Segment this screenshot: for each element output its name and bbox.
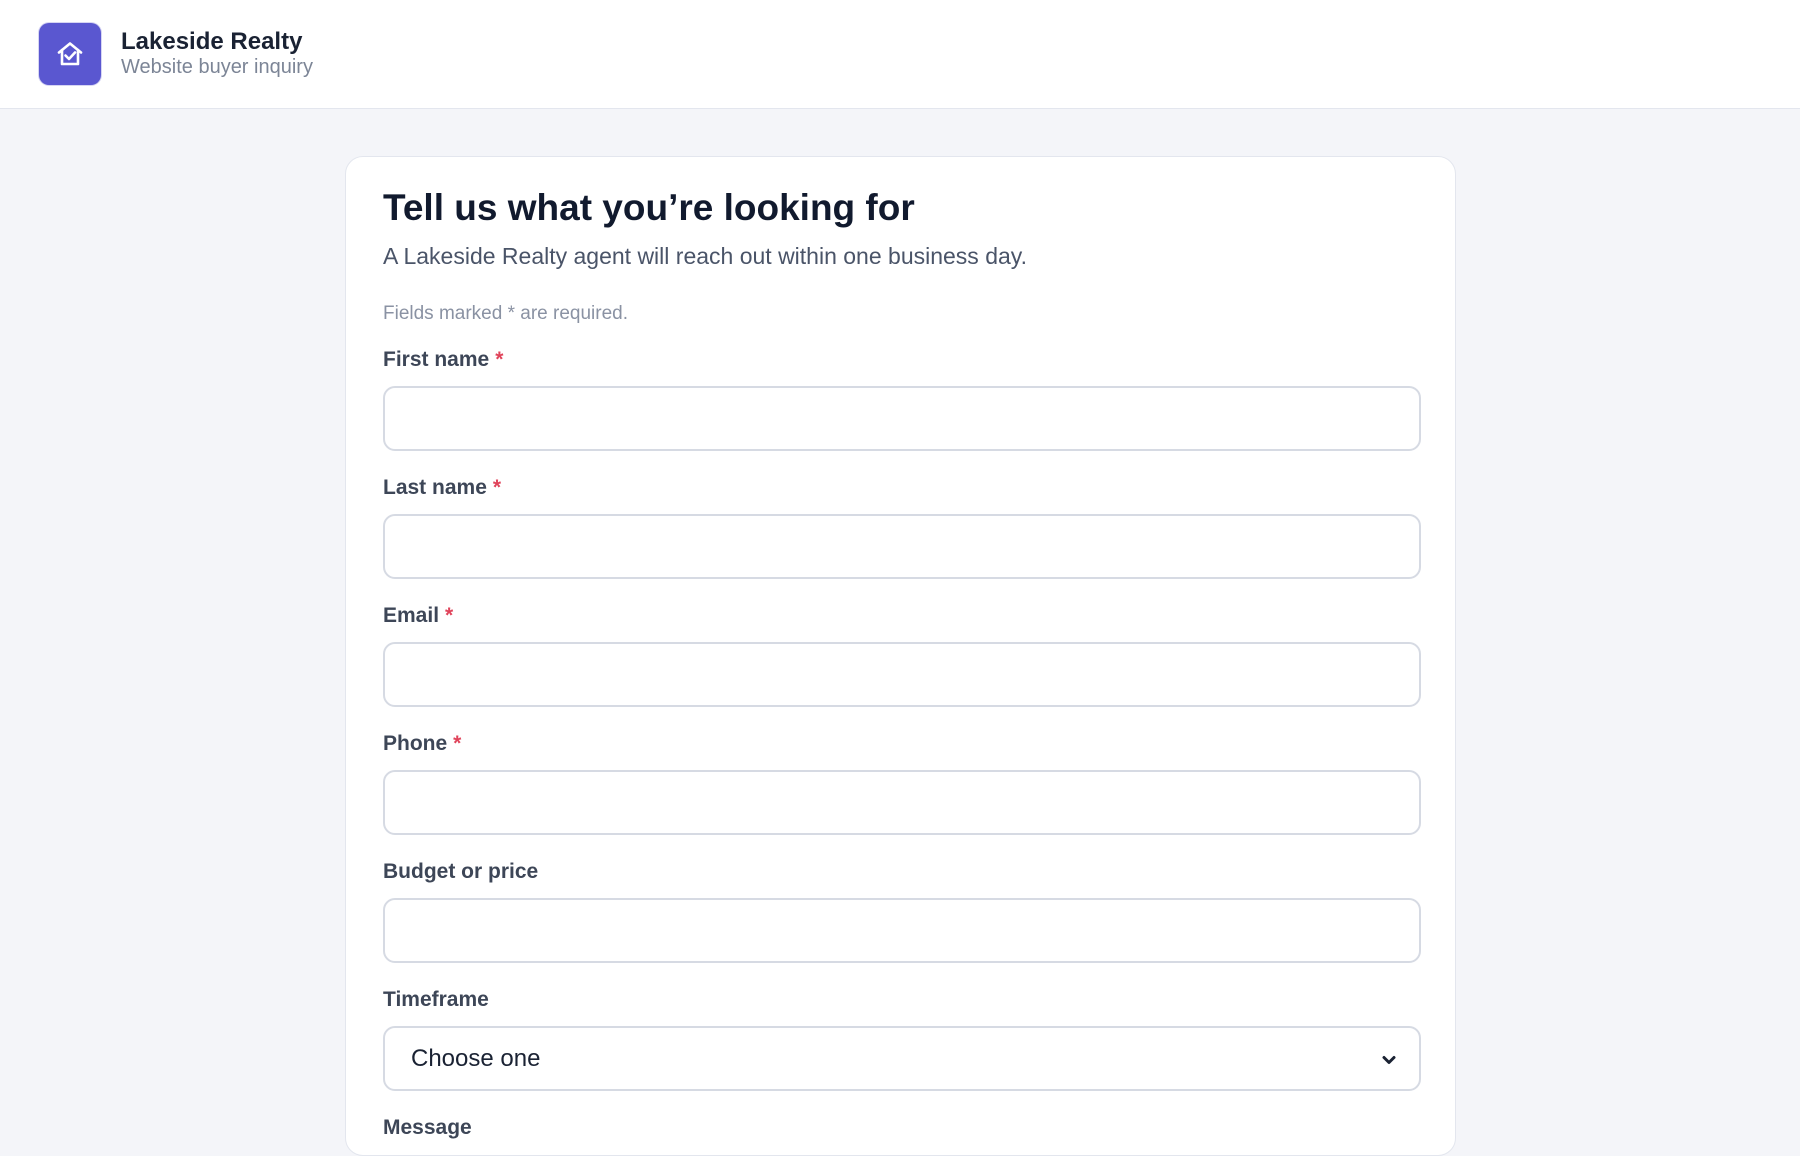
brand-name: Lakeside Realty [121,28,303,55]
page-title: Tell us what you’re looking for [383,187,915,228]
required-marker: * [492,476,502,499]
timeframe-selected-value: Choose one [411,1044,541,1072]
first-name-label-text: First name [383,348,490,371]
email-label: Email * [383,604,453,628]
brand-subtitle: Website buyer inquiry [121,56,313,78]
first-name-input[interactable] [383,386,1421,451]
timeframe-select[interactable]: Choose one [383,1026,1421,1091]
top-bar: Lakeside Realty Website buyer inquiry [0,0,1800,109]
timeframe-label: Timeframe [383,988,489,1012]
required-note: Fields marked * are required. [383,303,628,324]
house-check-icon [39,23,101,85]
form-subtitle: A Lakeside Realty agent will reach out w… [383,243,1027,269]
first-name-label: First name * [383,348,503,372]
required-marker: * [495,348,504,371]
required-marker: * [445,604,454,627]
phone-label: Phone * [383,732,461,756]
budget-label: Budget or price [383,860,538,884]
budget-input[interactable] [383,898,1421,963]
last-name-input[interactable] [383,514,1421,579]
budget-label-text: Budget or price [383,860,539,883]
required-marker: * [453,732,462,755]
phone-label-text: Phone [383,732,448,755]
timeframe-label-text: Timeframe [383,988,489,1011]
last-name-label-text: Last name [383,476,487,499]
email-input[interactable] [383,642,1421,707]
email-label-text: Email [383,604,440,627]
phone-input[interactable] [383,770,1421,835]
message-label-text: Message [383,1116,472,1139]
last-name-label: Last name * [383,476,501,500]
chevron-down-icon [1382,1056,1396,1064]
inquiry-form-card: Tell us what you’re looking for A Lakesi… [345,156,1456,1156]
message-label: Message [383,1116,472,1140]
